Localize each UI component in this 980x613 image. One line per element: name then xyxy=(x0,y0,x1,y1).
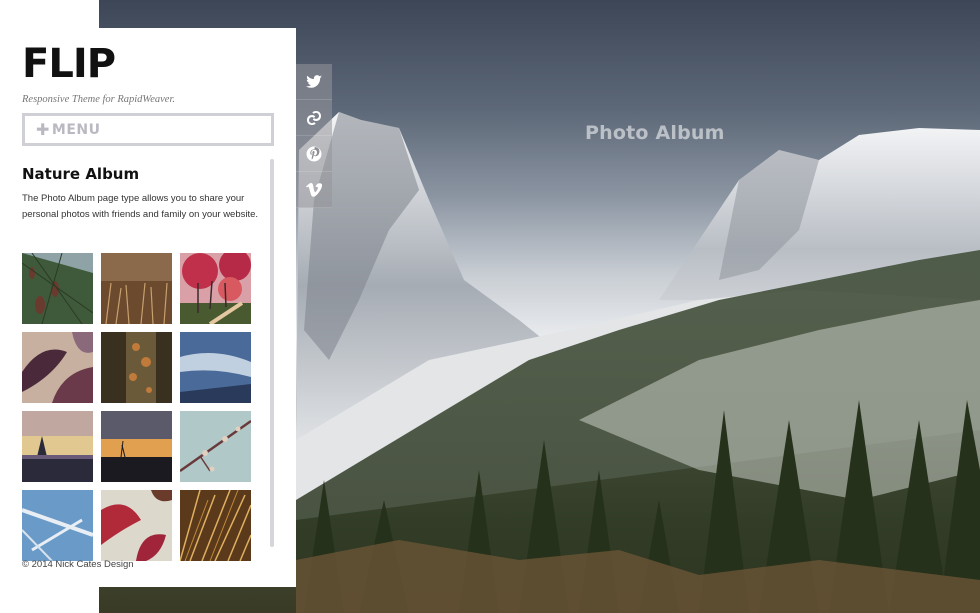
thumb-frosted-branch[interactable] xyxy=(22,490,93,561)
photo-grid xyxy=(22,253,251,561)
delicious-icon xyxy=(307,110,321,125)
album-description: The Photo Album page type allows you to … xyxy=(22,193,259,220)
thumb-red-leaves[interactable] xyxy=(101,490,172,561)
thumb-sunset-tree[interactable] xyxy=(22,411,93,482)
thumb-blossom-branch[interactable] xyxy=(180,411,251,482)
delicious-button[interactable] xyxy=(296,100,332,136)
thumb-sky-clouds[interactable] xyxy=(180,332,251,403)
thumb-dry-grass[interactable] xyxy=(101,253,172,324)
sidebar-panel: FLIP Responsive Theme for RapidWeaver. ✚… xyxy=(0,28,296,587)
thumb-pine-cones[interactable] xyxy=(22,253,93,324)
sidebar-scrollbar[interactable] xyxy=(270,159,274,547)
site-logo[interactable]: FLIP xyxy=(22,44,116,84)
menu-button[interactable]: ✚ MENU xyxy=(22,113,274,146)
thumb-dusk-horizon[interactable] xyxy=(101,411,172,482)
hero-title: Photo Album xyxy=(585,122,725,144)
thumb-leaves[interactable] xyxy=(22,332,93,403)
thumb-golden-grass[interactable] xyxy=(180,490,251,561)
plus-icon: ✚ xyxy=(36,120,50,139)
pinterest-icon xyxy=(306,146,322,161)
vimeo-button[interactable] xyxy=(296,172,332,208)
thumb-bark-lichen[interactable] xyxy=(101,332,172,403)
footer-copyright: © 2014 Nick Cates Design xyxy=(22,559,134,570)
twitter-button[interactable] xyxy=(296,64,332,100)
site-tagline: Responsive Theme for RapidWeaver. xyxy=(22,94,175,105)
menu-button-label: MENU xyxy=(51,121,101,138)
social-links xyxy=(296,64,332,208)
twitter-icon xyxy=(306,74,322,88)
vimeo-icon xyxy=(306,182,322,197)
pinterest-button[interactable] xyxy=(296,136,332,172)
album-title: Nature Album xyxy=(22,165,140,183)
thumb-autumn-trees[interactable] xyxy=(180,253,251,324)
